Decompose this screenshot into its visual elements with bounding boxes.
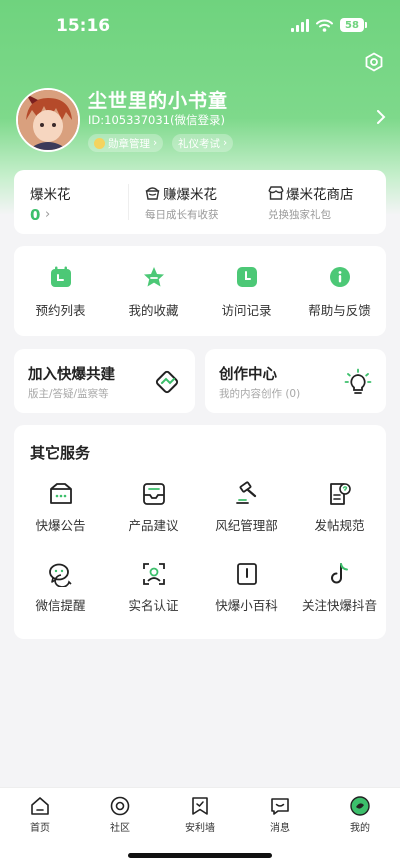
- wifi-icon: [316, 19, 333, 32]
- signal-icon: [291, 18, 309, 32]
- medal-icon: [94, 137, 105, 149]
- message-icon: [271, 798, 289, 815]
- service-encyclopedia[interactable]: 快爆小百科: [200, 561, 293, 621]
- tab-label: 社区: [110, 823, 130, 834]
- quick-actions-card: 预约列表 我的收藏 访问记录 帮助与反馈: [14, 246, 386, 336]
- creation-center-card[interactable]: 创作中心 我的内容创作 (0): [205, 349, 386, 413]
- service-wechat-reminder[interactable]: 微信提醒: [14, 561, 107, 621]
- join-co-build-card[interactable]: 加入快爆共建 版主/答疑/监察等: [14, 349, 195, 413]
- service-real-name-auth[interactable]: 实名认证: [107, 561, 200, 621]
- tab-home[interactable]: 首页: [0, 788, 80, 838]
- popcorn-value: 0: [30, 206, 41, 224]
- service-follow-douyin[interactable]: 关注快爆抖音: [293, 561, 386, 621]
- handshake-diamond-icon: [155, 370, 179, 394]
- etiquette-exam-tag[interactable]: 礼仪考试 ›: [172, 134, 234, 152]
- settings-hexagon-icon[interactable]: [364, 52, 384, 72]
- service-label: 快爆公告: [35, 518, 86, 533]
- tab-recommend-wall[interactable]: 安利墙: [160, 788, 240, 838]
- gavel-icon: [236, 481, 257, 504]
- avatar[interactable]: [16, 88, 80, 152]
- status-bar: 15:16 58: [0, 0, 400, 52]
- points-card: 爆米花 0 › 赚爆米花 每日成长有收获 爆米花商店 兑换独家礼包: [14, 170, 386, 234]
- chevron-right-icon: ›: [223, 137, 228, 149]
- wechat-icon: [49, 563, 72, 587]
- earn-subtitle: 每日成长有收获: [145, 209, 219, 221]
- home-indicator: [128, 853, 272, 858]
- earn-title: 赚爆米花: [163, 187, 217, 203]
- service-announcement[interactable]: 快爆公告: [14, 481, 107, 541]
- quick-action-history[interactable]: 访问记录: [200, 246, 293, 336]
- tag-label: 礼仪考试: [178, 137, 220, 150]
- quick-action-favorites[interactable]: 我的收藏: [107, 246, 200, 336]
- announcement-box-icon: [50, 483, 72, 504]
- other-services-card: 其它服务 快爆公告 产品建议 风纪管理部 发帖规范 微信提醒 实名认证 快爆小百…: [14, 425, 386, 639]
- service-label: 实名认证: [128, 598, 179, 613]
- tab-me[interactable]: 我的: [320, 788, 400, 838]
- chevron-right-icon[interactable]: [376, 110, 386, 124]
- lightbulb-icon: [344, 368, 372, 394]
- avatar-image: [18, 90, 78, 150]
- document-question-icon: [330, 483, 351, 505]
- tag-label: 勋章管理: [108, 137, 150, 150]
- username[interactable]: 尘世里的小书童: [88, 86, 228, 113]
- service-label: 快爆小百科: [215, 598, 278, 613]
- tiktok-icon: [331, 563, 348, 584]
- join-title: 加入快爆共建: [28, 367, 115, 383]
- quick-action-label: 我的收藏: [128, 303, 179, 318]
- divider: [128, 184, 129, 220]
- inbox-icon: [143, 483, 165, 505]
- tab-messages[interactable]: 消息: [240, 788, 320, 838]
- service-label: 产品建议: [128, 518, 179, 533]
- chevron-right-icon: ›: [153, 137, 158, 149]
- bookmark-icon: [192, 797, 208, 815]
- quick-action-label: 预约列表: [35, 303, 86, 318]
- earn-popcorn-button[interactable]: 赚爆米花 每日成长有收获: [142, 170, 260, 234]
- service-label: 微信提醒: [35, 598, 86, 613]
- book-icon: [237, 563, 257, 585]
- join-subtitle: 版主/答疑/监察等: [28, 388, 109, 400]
- service-label: 风纪管理部: [215, 518, 278, 533]
- popcorn-bucket-icon: [145, 187, 160, 200]
- tab-label: 首页: [30, 823, 50, 834]
- star-icon: [144, 267, 164, 287]
- services-title: 其它服务: [30, 444, 91, 462]
- community-icon: [110, 796, 130, 816]
- home-icon: [31, 797, 49, 815]
- shop-title: 爆米花商店: [286, 187, 354, 203]
- popcorn-title: 爆米花: [30, 187, 71, 203]
- service-discipline-dept[interactable]: 风纪管理部: [200, 481, 293, 541]
- service-label: 发帖规范: [314, 518, 365, 533]
- face-scan-icon: [143, 563, 165, 585]
- shop-icon: [268, 186, 284, 200]
- status-icons: 58: [291, 18, 367, 32]
- create-subtitle: 我的内容创作 (0): [219, 388, 301, 400]
- tab-label: 我的: [350, 823, 370, 834]
- service-posting-rules[interactable]: 发帖规范: [293, 481, 386, 541]
- me-active-icon: [350, 796, 370, 816]
- calendar-icon: [51, 266, 71, 287]
- quick-action-reservations[interactable]: 预约列表: [14, 246, 107, 336]
- tab-community[interactable]: 社区: [80, 788, 160, 838]
- create-title: 创作中心: [219, 367, 277, 383]
- tab-label: 安利墙: [185, 823, 215, 834]
- service-label: 关注快爆抖音: [301, 598, 377, 613]
- service-product-suggestion[interactable]: 产品建议: [107, 481, 200, 541]
- status-time: 15:16: [56, 16, 111, 36]
- popcorn-shop-button[interactable]: 爆米花商店 兑换独家礼包: [266, 170, 386, 234]
- info-icon: [330, 267, 350, 287]
- quick-action-help[interactable]: 帮助与反馈: [293, 246, 386, 336]
- tab-label: 消息: [270, 823, 290, 834]
- quick-action-label: 帮助与反馈: [308, 303, 371, 318]
- medal-management-tag[interactable]: 勋章管理 ›: [88, 134, 164, 152]
- user-id: ID:105337031(微信登录): [88, 113, 225, 127]
- popcorn-balance[interactable]: 爆米花 0 ›: [14, 170, 128, 234]
- battery-icon: 58: [340, 18, 367, 32]
- chevron-right-icon: ›: [45, 207, 51, 222]
- shop-subtitle: 兑换独家礼包: [268, 209, 331, 221]
- history-clock-icon: [237, 267, 257, 287]
- quick-action-label: 访问记录: [221, 303, 272, 318]
